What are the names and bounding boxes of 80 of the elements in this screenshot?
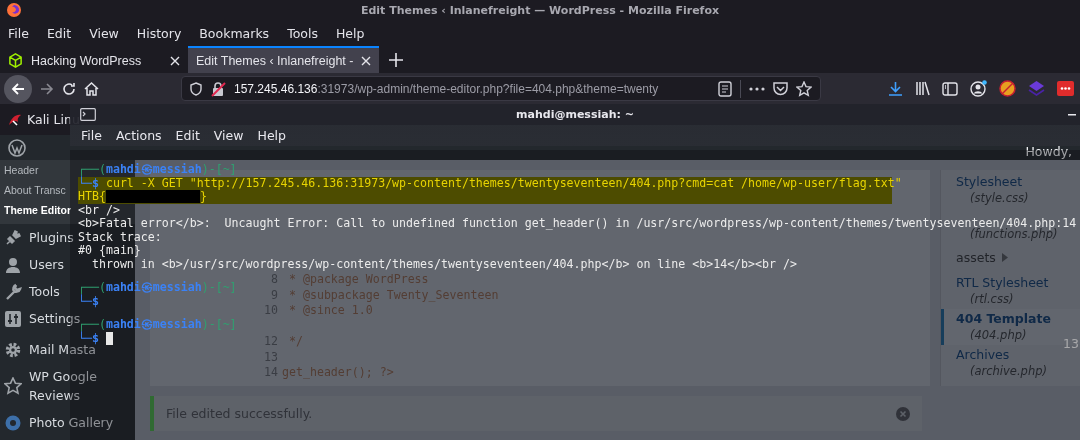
sidebar-item[interactable]: Settings <box>29 309 81 328</box>
plus-icon[interactable] <box>389 52 404 67</box>
file-name: (functions.php) <box>970 227 1058 241</box>
menu-item[interactable]: Bookmarks <box>191 23 280 43</box>
code-line: * @package WordPress <box>287 272 429 288</box>
sidebar-icon[interactable] <box>942 81 958 96</box>
file-name: (rtl.css) <box>969 292 1015 306</box>
prompt-line: ┌──(mahdi㉿messiah)-[~] <box>78 281 237 295</box>
close-icon[interactable] <box>361 55 372 66</box>
prompt-symbol: └─$ <box>78 176 99 190</box>
output-line: Stack trace: <box>78 230 162 244</box>
menu-item[interactable]: View <box>81 23 129 43</box>
home-icon[interactable] <box>84 81 99 96</box>
url-text: 157.245.46.136:31973/wp-admin/theme-editor.php?file=404.php&theme=twenty <box>234 81 660 96</box>
greeting-text: Howdy, <box>1025 144 1072 159</box>
code-line: */ <box>287 334 303 350</box>
forward-arrow-icon[interactable] <box>40 81 54 96</box>
cube-icon <box>8 53 23 68</box>
terminal-icon <box>80 108 96 121</box>
shield-icon[interactable] <box>190 81 202 96</box>
close-icon[interactable] <box>170 55 180 66</box>
output-line: #0 {main} <box>78 244 141 258</box>
broken-lock-icon[interactable] <box>210 80 226 97</box>
extension-menu-icon[interactable] <box>1057 81 1074 96</box>
prompt-symbol: └─$ <box>78 331 99 345</box>
menu-item[interactable]: Edit <box>168 126 207 145</box>
submenu-item[interactable]: About Transc <box>0 180 66 200</box>
flag-prefix: HTB{ <box>78 190 106 204</box>
back-arrow-icon <box>11 81 25 96</box>
sliders-icon <box>4 309 22 328</box>
prompt-line: ┌──(mahdi㉿messiah)-[~] <box>78 163 237 177</box>
flag-suffix: } <box>199 190 207 204</box>
sidebar-item[interactable]: WP Google Reviews <box>29 367 125 405</box>
file-name: (style.css) <box>969 191 1030 205</box>
reader-view-icon[interactable] <box>718 80 732 97</box>
prompt-symbol: └─$ <box>78 294 99 308</box>
address-bar[interactable]: 157.245.46.136:31973/wp-admin/theme-editor.php?file=404.php&theme=twenty <box>181 76 821 101</box>
file-name: (404.php) <box>969 328 1028 342</box>
browser-tab[interactable]: Hacking WordPress <box>0 46 188 73</box>
wordpress-logo-icon[interactable] <box>8 138 26 157</box>
code-line: * @since 1.0 <box>287 303 373 319</box>
menu-item[interactable]: File <box>74 126 109 145</box>
back-button[interactable] <box>4 74 32 103</box>
star-outline-icon[interactable] <box>796 80 812 97</box>
file-name: (archive.php) <box>969 364 1048 378</box>
menu-item[interactable]: File <box>0 23 39 43</box>
user-icon <box>4 255 22 274</box>
browser-tab[interactable]: Edit Themes ‹ Inlanefreight - <box>188 46 380 73</box>
sidebar-item[interactable]: Tools <box>29 282 60 301</box>
download-icon[interactable] <box>888 81 903 96</box>
firefox-logo-icon <box>6 2 22 18</box>
minimize-icon[interactable] <box>1068 114 1076 116</box>
extension-icon[interactable] <box>999 80 1016 97</box>
code-line: get_header(); ?> <box>282 365 394 381</box>
output-line: <b>Fatal error</b>: Uncaught Error: Call to undefined function get_header() in /usr/src/wordpress/wp-content/themes/twentyseventeen/404.php:14 <box>78 217 1077 230</box>
star-icon <box>4 377 22 395</box>
menu-item[interactable]: Actions <box>108 126 169 145</box>
sidebar-item[interactable]: Users <box>29 255 64 274</box>
terminal-title: mahdi@messiah: ~ <box>516 108 634 121</box>
reload-icon[interactable] <box>62 81 76 96</box>
submenu-item[interactable]: Theme Editor <box>0 200 72 220</box>
gear-icon <box>4 340 22 359</box>
sidebar-item[interactable]: Photo Gallery <box>29 413 114 432</box>
account-icon[interactable] <box>970 80 987 97</box>
menu-item[interactable]: Edit <box>38 23 82 43</box>
menu-item[interactable]: View <box>206 126 251 145</box>
menu-item[interactable]: Tools <box>279 23 328 43</box>
menu-item[interactable]: Help <box>327 23 375 43</box>
triangle-icon <box>1001 253 1008 262</box>
code-line: * @subpackage Twenty_Seventeen <box>287 287 499 303</box>
menu-item[interactable]: History <box>128 23 192 43</box>
pocket-icon[interactable] <box>773 81 788 96</box>
window-title: Edit Themes ‹ Inlanefreight — WordPress - Mozilla Firefox <box>360 3 720 17</box>
output-line: <br /> <box>78 203 120 217</box>
submenu-item[interactable]: Header <box>0 160 39 180</box>
more-icon[interactable] <box>749 86 765 91</box>
menu-item[interactable]: Help <box>250 126 293 145</box>
output-line: thrown in <b>/usr/src/wordpress/wp-content/themes/twentyseventeen/404.php</b> on line <b>14</b><br /> <box>90 257 797 271</box>
sidebar-item[interactable]: Plugins <box>29 228 74 247</box>
library-icon[interactable] <box>915 81 930 96</box>
